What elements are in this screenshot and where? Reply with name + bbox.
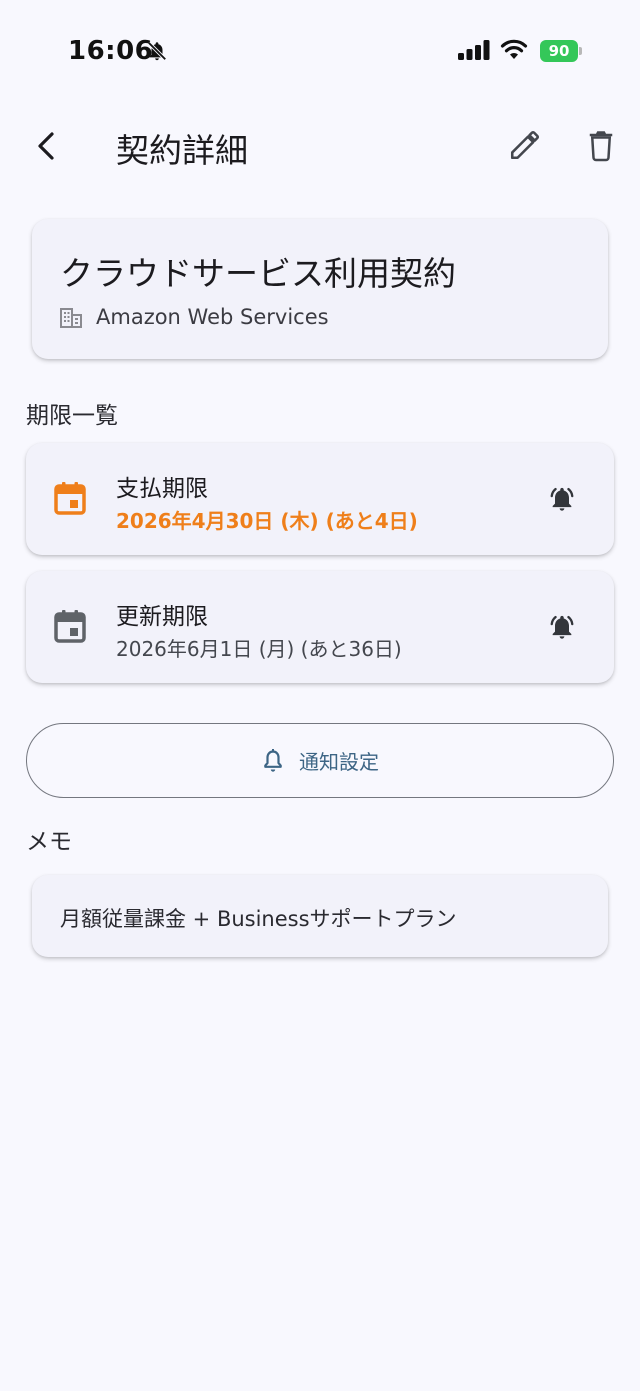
deadline-item-payment[interactable]: 支払期限 2026年4月30日 (木) (あと4日) (26, 443, 614, 555)
battery-level: 90 (540, 40, 578, 62)
deadline-date: 2026年4月30日 (木) (あと4日) (116, 509, 418, 533)
back-button[interactable] (24, 124, 68, 168)
bell-outline-icon (264, 748, 282, 772)
notification-settings-label: 通知設定 (299, 750, 379, 774)
status-time: 16:06 (68, 36, 154, 66)
trash-icon (589, 131, 613, 162)
cellular-signal-icon (458, 40, 490, 64)
edit-button[interactable] (502, 122, 548, 168)
wifi-icon (500, 38, 528, 64)
building-icon (60, 308, 82, 332)
deadline-name: 支払期限 (116, 476, 208, 502)
calendar-icon (54, 481, 86, 519)
contract-title: クラウドサービス利用契約 (60, 254, 456, 293)
page-title: 契約詳細 (116, 131, 248, 170)
bell-slash-icon (146, 40, 168, 66)
memo-text: 月額従量課金 + Businessサポートプラン (60, 907, 457, 931)
chevron-left-icon (38, 132, 54, 160)
battery-tip (579, 47, 582, 55)
status-bar: 16:06 90 (0, 0, 640, 100)
memo-section-label: メモ (26, 829, 72, 855)
deadline-name: 更新期限 (116, 604, 208, 630)
delete-button[interactable] (578, 122, 624, 168)
deadline-item-renewal[interactable]: 更新期限 2026年6月1日 (月) (あと36日) (26, 571, 614, 683)
notification-settings-button[interactable]: 通知設定 (26, 723, 614, 798)
deadlines-section-label: 期限一覧 (26, 403, 118, 429)
memo-card: 月額従量課金 + Businessサポートプラン (32, 875, 608, 957)
alarm-bell-icon[interactable] (548, 485, 576, 517)
pencil-icon (510, 130, 540, 160)
battery-indicator: 90 (540, 40, 582, 62)
deadline-date: 2026年6月1日 (月) (あと36日) (116, 637, 402, 661)
vendor-name: Amazon Web Services (96, 305, 329, 329)
app-bar: 契約詳細 (0, 100, 640, 190)
alarm-bell-icon[interactable] (548, 613, 576, 645)
contract-header-card: クラウドサービス利用契約 Amazon Web Services (32, 219, 608, 359)
calendar-icon (54, 609, 86, 647)
